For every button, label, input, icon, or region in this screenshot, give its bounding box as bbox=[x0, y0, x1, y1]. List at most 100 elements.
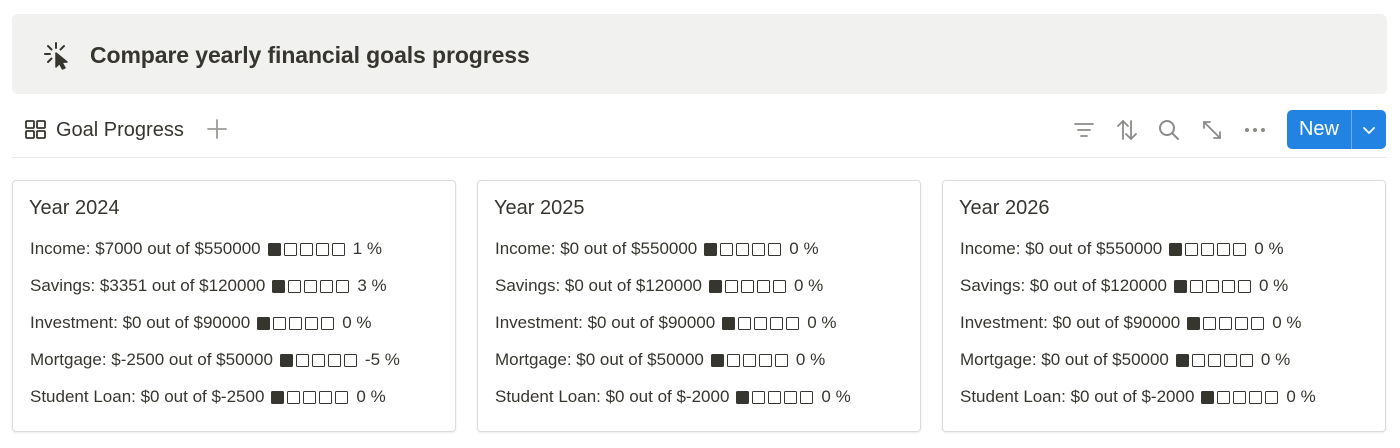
progress-square-empty bbox=[773, 279, 786, 293]
progress-square-empty bbox=[1206, 279, 1219, 293]
progress-square-empty bbox=[289, 316, 303, 330]
goal-text: Savings: $0 out of $120000 bbox=[960, 276, 1167, 295]
callout-block: Compare yearly financial goals progress bbox=[12, 14, 1387, 94]
progress-squares bbox=[267, 242, 345, 256]
progress-square-filled bbox=[257, 316, 271, 330]
goal-row: Savings: $3351 out of $120000 3 % bbox=[30, 276, 387, 296]
progress-square-empty bbox=[335, 390, 349, 404]
progress-square-empty bbox=[1219, 316, 1233, 330]
goal-text: Investment: $0 out of $90000 bbox=[495, 313, 716, 332]
more-icon[interactable] bbox=[1242, 117, 1268, 143]
progress-square-filled bbox=[1175, 353, 1189, 367]
goal-text: Investment: $0 out of $90000 bbox=[960, 313, 1181, 332]
progress-square-empty bbox=[758, 353, 772, 367]
goal-text: Student Loan: $0 out of $-2500 bbox=[30, 387, 265, 406]
progress-square-empty bbox=[720, 242, 734, 256]
progress-square-empty bbox=[303, 390, 317, 404]
goal-row: Student Loan: $0 out of $-2000 0 % bbox=[960, 387, 1316, 407]
progress-square-empty bbox=[331, 242, 345, 256]
progress-square-empty bbox=[327, 353, 341, 367]
page-title: Compare yearly financial goals progress bbox=[90, 42, 530, 68]
progress-square-filled bbox=[1169, 242, 1183, 256]
goal-row: Investment: $0 out of $90000 0 % bbox=[30, 313, 372, 333]
progress-square-empty bbox=[768, 390, 782, 404]
goal-row: Investment: $0 out of $90000 0 % bbox=[495, 313, 837, 333]
goal-text: Income: $0 out of $550000 bbox=[495, 239, 698, 258]
progress-square-empty bbox=[1217, 390, 1231, 404]
gallery-card[interactable]: Year 2026 Income: $0 out of $550000 0 % Sav… bbox=[942, 180, 1386, 432]
progress-square-filled bbox=[1174, 279, 1187, 293]
goal-row: Savings: $0 out of $120000 0 % bbox=[960, 276, 1288, 296]
goal-percent: 0 % bbox=[342, 313, 372, 332]
card-title: Year 2026 bbox=[959, 197, 1050, 219]
progress-square-empty bbox=[752, 390, 766, 404]
progress-square-filled bbox=[736, 390, 750, 404]
goal-text: Mortgage: $-2500 out of $50000 bbox=[30, 350, 273, 369]
card-title: Year 2025 bbox=[494, 197, 585, 219]
goal-row: Investment: $0 out of $90000 0 % bbox=[960, 313, 1302, 333]
goal-row: Income: $0 out of $550000 0 % bbox=[960, 239, 1284, 259]
goal-text: Student Loan: $0 out of $-2000 bbox=[960, 387, 1195, 406]
goal-text: Savings: $3351 out of $120000 bbox=[30, 276, 266, 295]
progress-square-empty bbox=[315, 242, 329, 256]
progress-square-empty bbox=[343, 353, 357, 367]
progress-square-empty bbox=[1239, 353, 1253, 367]
search-icon[interactable] bbox=[1156, 117, 1182, 143]
progress-squares bbox=[1174, 279, 1251, 293]
progress-square-filled bbox=[1187, 316, 1201, 330]
gallery-grid-icon bbox=[25, 120, 46, 139]
goal-percent: 0 % bbox=[1259, 276, 1289, 295]
progress-squares bbox=[709, 279, 786, 293]
goal-percent: 0 % bbox=[1272, 313, 1302, 332]
goal-text: Savings: $0 out of $120000 bbox=[495, 276, 702, 295]
progress-square-empty bbox=[770, 316, 784, 330]
progress-square-empty bbox=[1265, 390, 1279, 404]
goal-percent: 0 % bbox=[1254, 239, 1284, 258]
progress-square-filled bbox=[710, 353, 724, 367]
goal-text: Investment: $0 out of $90000 bbox=[30, 313, 251, 332]
gallery-card[interactable]: Year 2024 Income: $7000 out of $550000 1 %… bbox=[12, 180, 456, 432]
add-view-icon[interactable] bbox=[204, 116, 230, 142]
progress-squares bbox=[1175, 353, 1253, 367]
new-button-label[interactable]: New bbox=[1287, 110, 1351, 149]
progress-squares bbox=[272, 279, 350, 293]
progress-square-empty bbox=[1249, 390, 1263, 404]
progress-square-empty bbox=[1185, 242, 1199, 256]
tab-goal-progress[interactable]: Goal Progress bbox=[24, 118, 184, 142]
goal-percent: 0 % bbox=[1286, 387, 1316, 406]
chevron-down-icon bbox=[1363, 126, 1375, 134]
progress-square-empty bbox=[321, 316, 335, 330]
goal-percent: 0 % bbox=[807, 313, 837, 332]
progress-squares bbox=[1169, 242, 1247, 256]
progress-squares bbox=[722, 316, 800, 330]
progress-square-empty bbox=[1233, 242, 1247, 256]
goal-row: Mortgage: $0 out of $50000 0 % bbox=[960, 350, 1290, 370]
progress-squares bbox=[736, 390, 814, 404]
sort-icon[interactable] bbox=[1114, 117, 1140, 143]
card-title: Year 2024 bbox=[29, 197, 120, 219]
filter-icon[interactable] bbox=[1071, 117, 1097, 143]
progress-square-filled bbox=[279, 353, 293, 367]
progress-square-empty bbox=[1251, 316, 1265, 330]
progress-square-empty bbox=[273, 316, 287, 330]
gallery-card[interactable]: Year 2025 Income: $0 out of $550000 0 % Sav… bbox=[477, 180, 921, 432]
sparkle-cursor-icon bbox=[44, 42, 68, 70]
progress-square-empty bbox=[1233, 390, 1247, 404]
progress-squares bbox=[279, 353, 357, 367]
goal-row: Income: $7000 out of $550000 1 % bbox=[30, 239, 382, 259]
progress-square-empty bbox=[1201, 242, 1215, 256]
progress-square-empty bbox=[295, 353, 309, 367]
expand-icon[interactable] bbox=[1199, 117, 1225, 143]
progress-square-empty bbox=[742, 353, 756, 367]
progress-square-empty bbox=[774, 353, 788, 367]
goal-text: Income: $0 out of $550000 bbox=[960, 239, 1163, 258]
progress-square-empty bbox=[784, 390, 798, 404]
progress-square-empty bbox=[1222, 279, 1235, 293]
progress-square-filled bbox=[271, 390, 285, 404]
goal-text: Income: $7000 out of $550000 bbox=[30, 239, 261, 258]
progress-square-empty bbox=[1191, 353, 1205, 367]
new-dropdown-button[interactable] bbox=[1352, 110, 1386, 149]
new-button[interactable]: New bbox=[1287, 110, 1386, 149]
goal-percent: 0 % bbox=[794, 276, 824, 295]
goal-percent: 0 % bbox=[1260, 350, 1291, 369]
